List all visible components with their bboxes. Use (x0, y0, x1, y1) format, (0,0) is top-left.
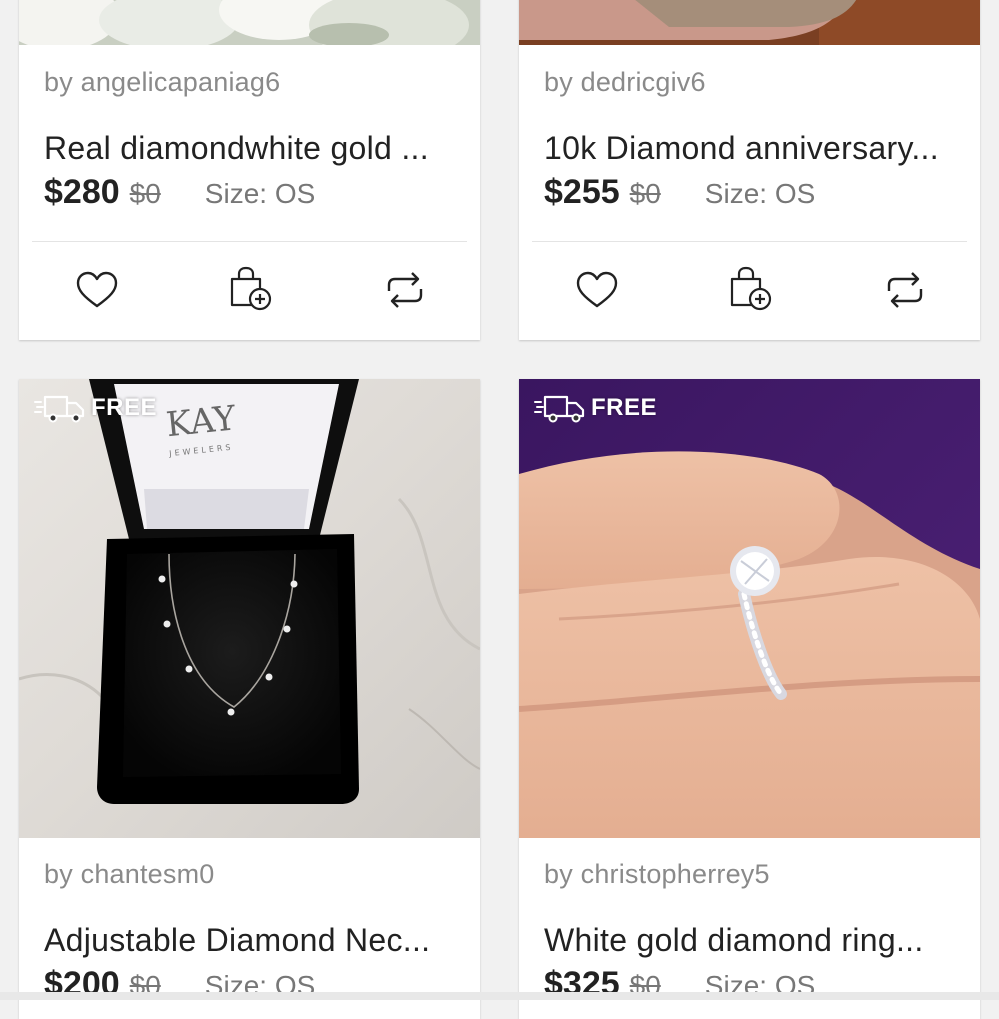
heart-icon (576, 271, 618, 308)
delivery-truck-icon (34, 395, 85, 423)
size-label: Size: OS (704, 178, 816, 209)
listing-photo[interactable] (19, 0, 480, 45)
shopping-bag-plus-icon (730, 266, 772, 311)
price-row: $280 $0 Size: OS (44, 173, 315, 213)
delivery-truck-icon (534, 395, 585, 423)
listing-title[interactable]: Adjustable Diamond Nec... (44, 922, 430, 959)
listing-card[interactable]: by angelicapaniag6 Real diamondwhite gol… (19, 0, 480, 340)
listing-card[interactable]: KAY JEWELERS FREE by chantesm0 Adjustabl… (19, 379, 480, 1019)
seller-name[interactable]: by christopherrey5 (544, 859, 770, 890)
seller-name[interactable]: by chantesm0 (44, 859, 215, 890)
listing-photo[interactable] (519, 0, 980, 45)
divider (32, 241, 467, 242)
listing-photo[interactable]: FREE (519, 379, 980, 838)
free-shipping-badge: FREE (33, 393, 157, 423)
listing-photo[interactable]: KAY JEWELERS FREE (19, 379, 480, 838)
price: $255 (544, 173, 620, 211)
original-price: $0 (129, 178, 161, 209)
size-label: Size: OS (204, 178, 316, 209)
heart-icon (76, 271, 118, 308)
listing-card[interactable]: by dedricgiv6 10k Diamond anniversary...… (519, 0, 980, 340)
finger-on-wood-image (519, 0, 980, 45)
like-button[interactable] (573, 267, 621, 315)
listing-title[interactable]: Real diamondwhite gold ... (44, 130, 429, 167)
free-label: FREE (591, 394, 658, 421)
price-row: $255 $0 Size: OS (544, 173, 815, 213)
shopping-bag-plus-icon (230, 266, 272, 311)
add-to-bundle-button[interactable] (226, 265, 274, 313)
price: $280 (44, 173, 120, 211)
like-button[interactable] (73, 267, 121, 315)
listing-title[interactable]: White gold diamond ring... (544, 922, 924, 959)
share-repost-icon (887, 272, 923, 308)
free-label: FREE (91, 394, 158, 421)
listing-title[interactable]: 10k Diamond anniversary... (544, 130, 939, 167)
listing-card[interactable]: FREE by christopherrey5 White gold diamo… (519, 379, 980, 1019)
bottom-edge (0, 992, 999, 1000)
divider (532, 241, 967, 242)
flowers-image (19, 0, 480, 45)
seller-name[interactable]: by angelicapaniag6 (44, 67, 280, 98)
free-shipping-badge: FREE (533, 393, 657, 423)
share-repost-icon (387, 272, 423, 308)
ring-on-finger-image (519, 379, 980, 838)
share-button[interactable] (381, 267, 429, 315)
box-brand: KAY (164, 398, 238, 445)
necklace-in-box-image: KAY JEWELERS (19, 379, 480, 838)
share-button[interactable] (881, 267, 929, 315)
original-price: $0 (629, 178, 661, 209)
add-to-bundle-button[interactable] (726, 265, 774, 313)
seller-name[interactable]: by dedricgiv6 (544, 67, 706, 98)
